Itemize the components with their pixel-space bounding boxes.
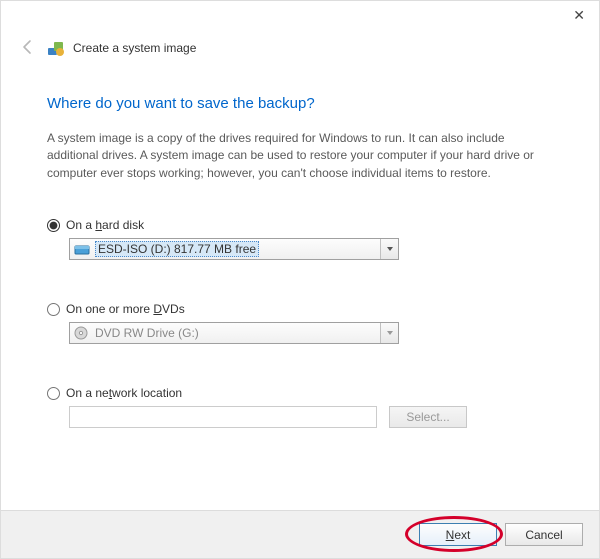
label-hard-disk[interactable]: On a hard disk	[66, 218, 144, 232]
label-network[interactable]: On a network location	[66, 386, 182, 400]
content-area: Where do you want to save the backup? A …	[1, 57, 599, 428]
header: Create a system image	[1, 31, 599, 57]
dropdown-dvd[interactable]: DVD RW Drive (G:)	[69, 322, 399, 344]
dropdown-hard-disk[interactable]: ESD-ISO (D:) 817.77 MB free	[69, 238, 399, 260]
page-heading: Where do you want to save the backup?	[47, 95, 567, 112]
disc-icon	[74, 326, 90, 340]
page-description: A system image is a copy of the drives r…	[47, 130, 567, 182]
chevron-down-icon[interactable]	[380, 239, 398, 259]
footer: Next Cancel	[1, 510, 599, 558]
option-network: On a network location Select...	[47, 386, 567, 428]
chevron-down-icon[interactable]	[380, 323, 398, 343]
drive-icon	[74, 242, 90, 256]
radio-network[interactable]	[47, 387, 60, 400]
system-image-icon	[47, 39, 65, 57]
window-title: Create a system image	[73, 41, 196, 55]
select-button: Select...	[389, 406, 467, 428]
radio-hard-disk[interactable]	[47, 219, 60, 232]
cancel-button[interactable]: Cancel	[505, 523, 583, 546]
radio-dvd[interactable]	[47, 303, 60, 316]
titlebar: ✕	[1, 1, 599, 31]
option-dvd: On one or more DVDs DVD RW Drive (G:)	[47, 302, 567, 344]
close-icon[interactable]: ✕	[573, 7, 585, 24]
next-button[interactable]: Next	[419, 523, 497, 546]
dropdown-dvd-value: DVD RW Drive (G:)	[95, 326, 199, 340]
label-dvd[interactable]: On one or more DVDs	[66, 302, 185, 316]
wizard-window: ✕ Create a system image Where do you wan…	[0, 0, 600, 559]
back-arrow-icon[interactable]	[19, 38, 37, 56]
option-hard-disk: On a hard disk ESD-ISO (D:) 817.77 MB fr…	[47, 218, 567, 260]
network-path-input[interactable]	[69, 406, 377, 428]
dropdown-hard-disk-value: ESD-ISO (D:) 817.77 MB free	[95, 241, 259, 257]
